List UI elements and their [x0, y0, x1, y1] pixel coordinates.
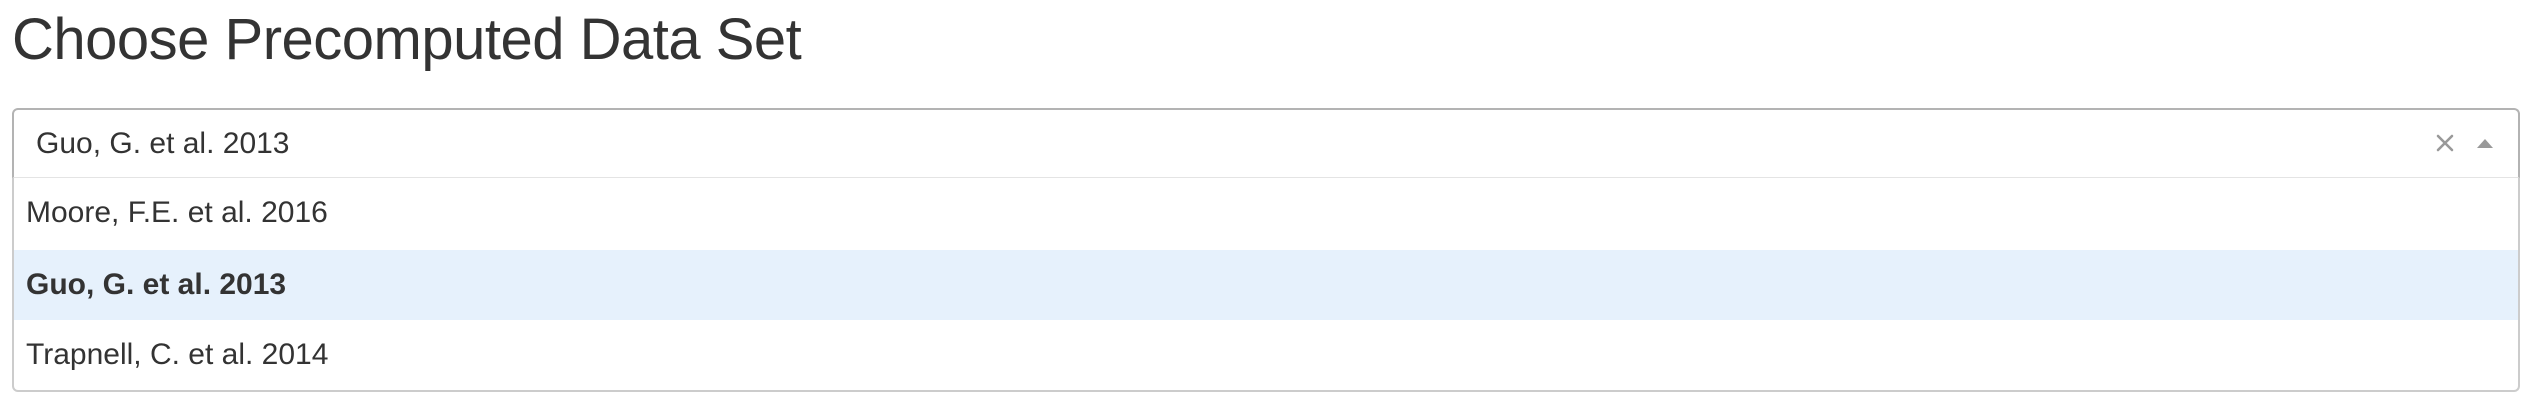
dropdown-menu: Moore, F.E. et al. 2016 Guo, G. et al. 2… [12, 178, 2520, 392]
selected-value: Guo, G. et al. 2013 [36, 127, 290, 160]
dropdown-option[interactable]: Moore, F.E. et al. 2016 [14, 178, 2518, 248]
page-title: Choose Precomputed Data Set [12, 7, 802, 72]
dropdown-option[interactable]: Trapnell, C. et al. 2014 [14, 320, 2518, 390]
dropdown-option-selected[interactable]: Guo, G. et al. 2013 [14, 250, 2518, 320]
caret-up-icon[interactable] [2470, 128, 2500, 158]
dataset-select[interactable]: Guo, G. et al. 2013 [12, 108, 2520, 178]
clear-x-icon[interactable] [2430, 128, 2460, 158]
